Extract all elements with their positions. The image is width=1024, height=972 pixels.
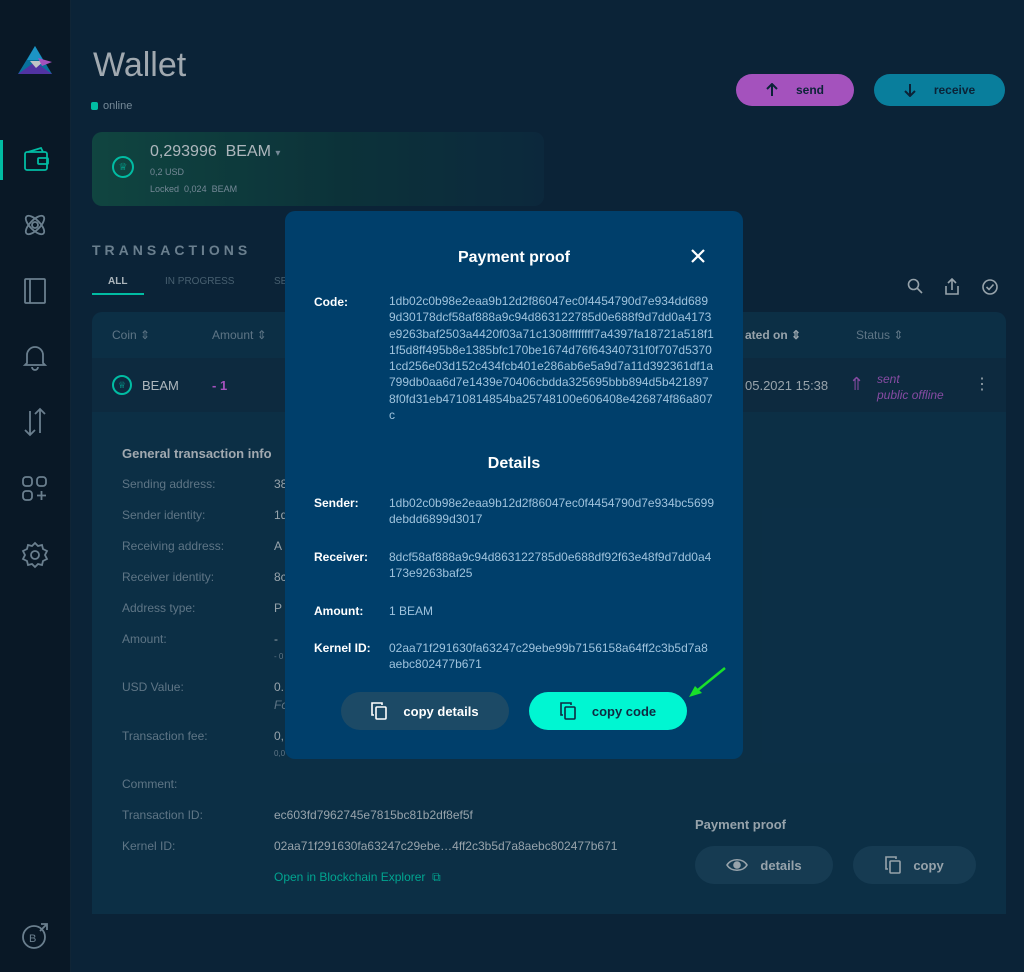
receiver-label: Receiver: bbox=[314, 550, 369, 564]
sender-label: Sender: bbox=[314, 496, 359, 510]
receiver-value: 8dcf58af888a9c94d863122785d0e688df92f63e… bbox=[389, 550, 712, 581]
amount-label: Amount: bbox=[314, 604, 364, 618]
copy-icon bbox=[560, 702, 576, 720]
details-heading: Details bbox=[487, 455, 541, 472]
sender-value: 1db02c0b98e2eaa9b12d2f86047ec0f4454790d7… bbox=[389, 496, 714, 527]
amount-value: 1 BEAM bbox=[389, 604, 434, 618]
code-value[interactable]: 1db02c0b98e2eaa9b12d2f86047ec0f4454790d7… bbox=[389, 293, 714, 423]
kernel-value: 02aa71f291630fa63247c29ebe99b7156158a64f… bbox=[389, 641, 708, 672]
kernel-label: Kernel ID: bbox=[314, 641, 371, 655]
payment-proof-dialog: Payment proof Code: 1db02c0b98e2eaa9b12d… bbox=[285, 211, 743, 759]
dialog-title: Payment proof bbox=[457, 249, 570, 266]
copy-code-button[interactable]: copy code bbox=[529, 692, 687, 730]
copy-icon bbox=[371, 702, 388, 720]
copy-details-button[interactable]: copy details bbox=[341, 692, 509, 730]
code-label: Code: bbox=[314, 295, 348, 309]
annotation-arrow-icon bbox=[689, 667, 726, 697]
close-icon[interactable] bbox=[691, 249, 705, 263]
